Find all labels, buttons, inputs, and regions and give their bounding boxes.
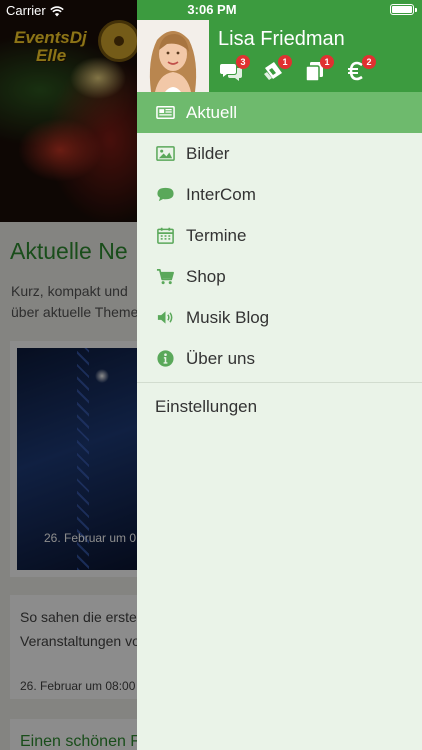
avatar[interactable] [137,20,209,92]
menu-item-shop[interactable]: Shop [137,256,422,297]
menu-item-musik-blog[interactable]: Musik Blog [137,297,422,338]
user-name[interactable]: Lisa Friedman [218,28,345,51]
euro-button[interactable]: 2 [346,55,376,82]
settings-menu-item[interactable]: Einstellungen [137,383,422,431]
menu-item-label: Shop [186,266,226,286]
menu-item-aktuell[interactable]: Aktuell [137,92,422,133]
copies-badge: 1 [320,55,334,69]
menu-item-bilder[interactable]: Bilder [137,133,422,174]
newspaper-icon [155,103,175,123]
info-icon [155,349,175,369]
menu-item-label: Aktuell [186,102,238,122]
tickets-button[interactable]: 1 [262,55,292,82]
menu-item-label: Bilder [186,143,230,163]
menu-item-label: Termine [186,225,247,245]
wifi-icon [50,5,64,17]
image-icon [155,144,175,164]
menu-item-termine[interactable]: Termine [137,215,422,256]
drawer-header: 3:06 PM Lisa Friedman 3 1 1 2 [137,0,422,92]
navigation-drawer: 3:06 PM Lisa Friedman 3 1 1 2 Aktuell Bi… [137,0,422,750]
speech-bubble-icon [155,185,175,205]
status-time: 3:06 PM [187,2,237,17]
calendar-icon [155,226,175,246]
status-carrier: Carrier [6,3,64,18]
menu-item-label: InterCom [186,184,256,204]
messages-button[interactable]: 3 [220,55,250,82]
menu-item-ueber-uns[interactable]: Über uns [137,338,422,379]
header-actions: 3 1 1 2 [220,55,376,82]
messages-badge: 3 [236,55,250,69]
drawer-menu: Aktuell Bilder InterCom Termine Shop Mus… [137,92,422,431]
copies-button[interactable]: 1 [304,55,334,82]
battery-icon [390,4,417,15]
menu-item-intercom[interactable]: InterCom [137,174,422,215]
menu-item-label: Über uns [186,348,255,368]
tickets-badge: 1 [278,55,292,69]
cart-icon [155,267,175,287]
euro-badge: 2 [362,55,376,69]
speaker-icon [155,308,175,328]
menu-item-label: Musik Blog [186,307,270,327]
